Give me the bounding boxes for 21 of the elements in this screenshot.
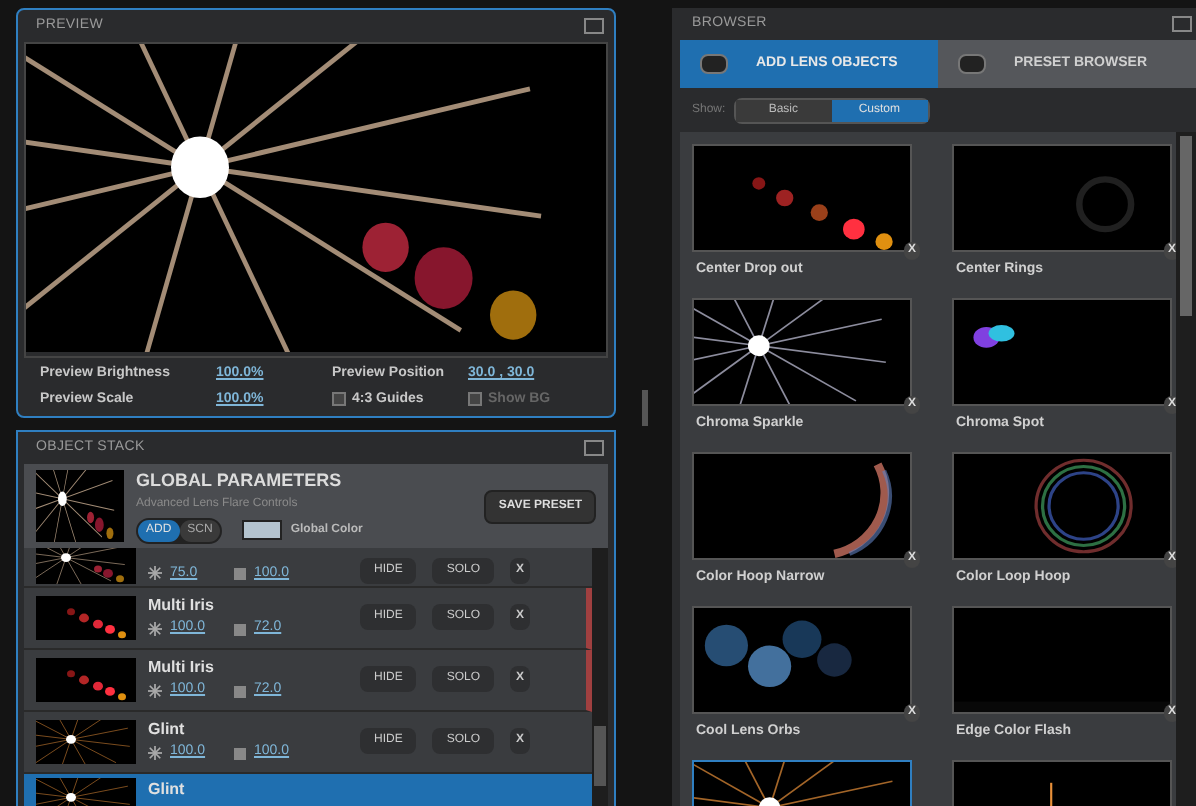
window-icon[interactable] (1172, 16, 1192, 32)
scale-icon (234, 623, 246, 635)
object-name: Glint (148, 778, 187, 802)
scale-icon (234, 747, 246, 759)
sun-icon (148, 684, 162, 698)
scrollbar[interactable] (1176, 132, 1196, 806)
section-title: GLOBAL PARAMETERS (136, 468, 344, 495)
sun-icon (148, 622, 162, 636)
object-name: Multi Iris (148, 594, 216, 619)
scale-icon (234, 567, 246, 580)
splitter-handle[interactable] (641, 389, 647, 425)
window-icon[interactable] (584, 18, 604, 34)
object-row[interactable]: Glint (24, 774, 592, 806)
color-swatch[interactable] (242, 520, 283, 541)
sun-icon (148, 566, 162, 581)
window-icon[interactable] (584, 440, 604, 456)
object-name: Glint (148, 718, 187, 743)
object-name: Multi Iris (148, 656, 216, 681)
scale-icon (234, 685, 246, 697)
scrollbar[interactable] (592, 548, 608, 806)
sun-icon (148, 746, 162, 760)
